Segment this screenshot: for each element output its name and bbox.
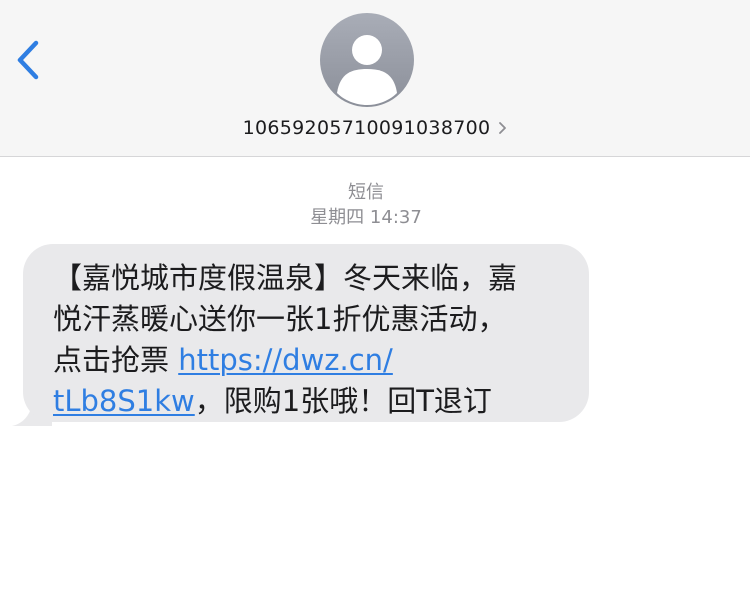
chevron-left-icon: [17, 40, 39, 80]
messages-screen: 10659205710091038700 短信 星期四 14:37 【嘉悦城市度…: [0, 0, 750, 604]
message-link[interactable]: tLb8S1kw: [53, 384, 195, 418]
contact-info-button[interactable]: 10659205710091038700: [0, 114, 750, 142]
message-bubble[interactable]: 【嘉悦城市度假温泉】冬天来临，嘉 悦汗蒸暖心送你一张1折优惠活动， 点击抢票 h…: [23, 244, 589, 422]
service-label: 短信: [348, 182, 384, 203]
avatar[interactable]: [320, 13, 414, 107]
message-text: 点击抢票: [53, 343, 179, 377]
back-button[interactable]: [6, 34, 50, 86]
conversation-header: 10659205710091038700: [0, 0, 750, 157]
person-silhouette-icon: [337, 35, 397, 105]
message-text: ，限购1张哦！回T退订: [194, 384, 492, 418]
message-line: 点击抢票 https://dwz.cn/: [53, 340, 569, 381]
contact-number: 10659205710091038700: [242, 117, 491, 139]
chevron-right-icon: [498, 121, 507, 135]
message-timestamp: 星期四 14:37: [310, 207, 422, 228]
message-line: tLb8S1kw，限购1张哦！回T退订: [53, 381, 569, 422]
message-link[interactable]: https://dwz.cn/: [178, 343, 393, 377]
incoming-message[interactable]: 【嘉悦城市度假温泉】冬天来临，嘉 悦汗蒸暖心送你一张1折优惠活动， 点击抢票 h…: [12, 244, 589, 426]
message-line: 【嘉悦城市度假温泉】冬天来临，嘉: [53, 261, 518, 295]
message-line: 悦汗蒸暖心送你一张1折优惠活动，: [53, 302, 507, 336]
